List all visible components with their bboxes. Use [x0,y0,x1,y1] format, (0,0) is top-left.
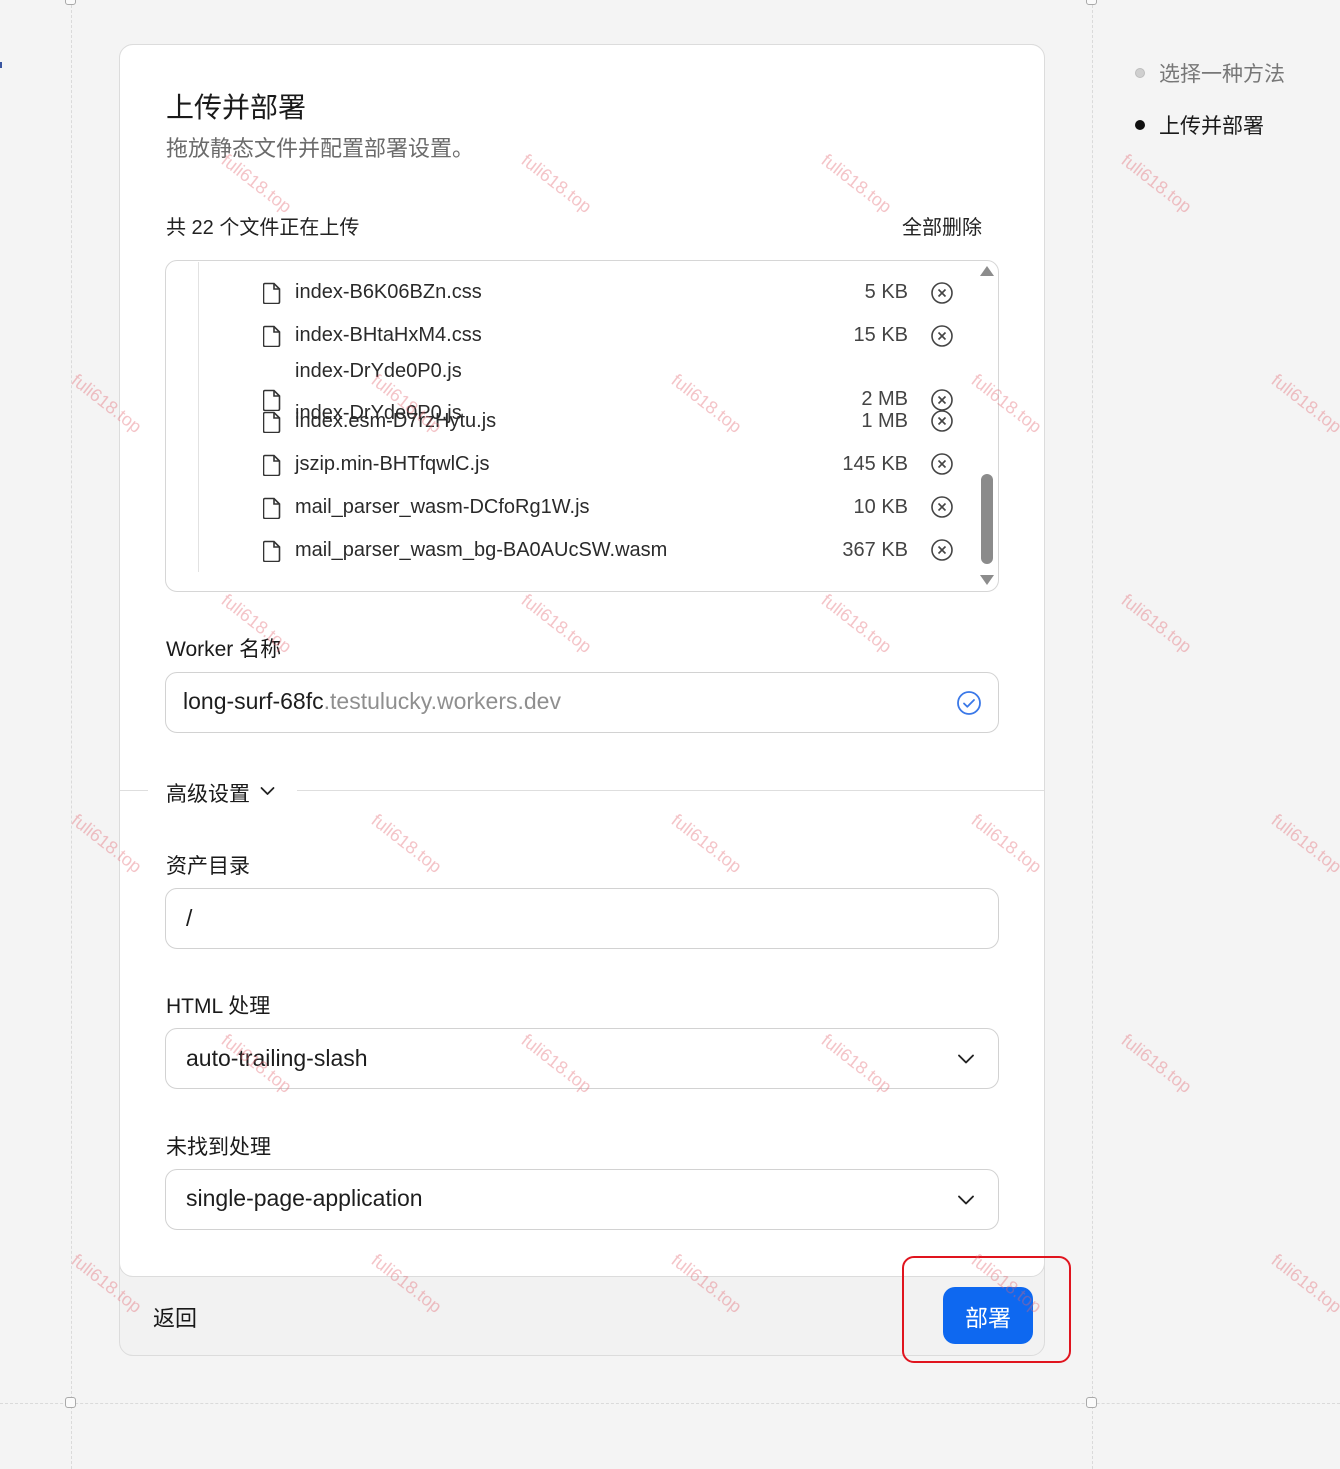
remove-file-icon[interactable] [930,324,954,348]
remove-file-icon[interactable] [930,409,954,433]
watermark-text: fuli618.top [1267,810,1340,877]
file-icon [263,389,281,411]
step-label: 选择一种方法 [1159,63,1285,86]
watermark-text: fuli618.top [1267,1250,1340,1317]
check-circle-icon [957,691,981,715]
page-subtitle: 拖放静态文件并配置部署设置。 [166,136,475,161]
file-icon [263,540,281,562]
file-name: index-B6K06BZn.css [295,281,482,303]
file-name: index.esm-D7rzHytu.js [295,410,497,432]
worker-name-label: Worker 名称 [166,638,282,661]
worker-name-value: long-surf-68fc.testulucky.workers.dev [183,688,561,715]
html-handling-value: auto-trailing-slash [186,1045,368,1071]
remove-all-button[interactable]: 全部删除 [902,211,982,240]
html-handling-label: HTML 处理 [166,995,271,1018]
file-size: 1 MB [861,410,908,432]
file-name: mail_parser_wasm-DCfoRg1W.js [295,496,590,518]
step-dot-icon [1135,68,1145,78]
step-dot-icon [1135,120,1145,130]
file-icon [263,325,281,347]
remove-file-icon[interactable] [930,281,954,305]
file-name: index-BHtaHxM4.css [295,324,482,346]
advanced-settings-toggle[interactable]: 高级设置 [166,778,250,808]
chevron-down-icon[interactable] [957,1194,975,1206]
file-size: 5 KB [864,281,908,303]
file-size: 15 KB [853,324,908,346]
resize-handle[interactable] [1086,1397,1097,1408]
step-label: 上传并部署 [1159,115,1264,138]
file-size: 367 KB [842,539,908,561]
worker-name-text: long-surf-68fc [183,688,324,714]
divider [120,790,148,791]
resize-handle[interactable] [65,1397,76,1408]
guide-line [1092,0,1093,1469]
resize-handle[interactable] [1086,0,1097,5]
assets-dir-input[interactable] [165,888,999,949]
chevron-down-icon[interactable] [957,1053,975,1065]
scroll-down-arrow-icon[interactable] [980,575,994,585]
assets-dir-value: / [186,905,193,931]
highlight-annotation [902,1256,1071,1363]
watermark-text: fuli618.top [1117,150,1196,217]
not-found-value: single-page-application [186,1185,423,1211]
remove-file-icon[interactable] [930,495,954,519]
file-size: 10 KB [853,496,908,518]
chevron-down-icon[interactable] [260,786,275,796]
assets-dir-label: 资产目录 [166,855,250,878]
scroll-up-arrow-icon[interactable] [980,266,994,276]
resize-handle[interactable] [65,0,76,5]
file-count-label: 共 22 个文件正在上传 [166,217,360,239]
page-title: 上传并部署 [166,92,307,123]
guide-line [71,0,72,1469]
back-button[interactable]: 返回 [153,1301,197,1333]
edge-marker [0,62,2,68]
file-icon [263,454,281,476]
tree-guide-line [198,262,199,572]
worker-domain-suffix: .testulucky.workers.dev [323,688,561,714]
file-icon [263,282,281,304]
advanced-settings-label: 高级设置 [166,783,250,806]
not-found-label: 未找到处理 [166,1136,271,1159]
file-size: 145 KB [842,453,908,475]
scrollbar-thumb[interactable] [981,474,993,564]
guide-line [0,1403,1340,1404]
remove-file-icon[interactable] [930,452,954,476]
remove-file-icon[interactable] [930,538,954,562]
file-name: mail_parser_wasm_bg-BA0AUcSW.wasm [295,539,668,561]
divider [297,790,1044,791]
watermark-text: fuli618.top [1117,590,1196,657]
file-icon [263,411,281,433]
file-size: 2 MB [861,388,908,410]
file-icon [263,497,281,519]
file-name: index-DrYde0P0.js [295,360,462,382]
watermark-text: fuli618.top [1267,370,1340,437]
watermark-text: fuli618.top [1117,1030,1196,1097]
file-name: jszip.min-BHTfqwlC.js [295,453,490,475]
